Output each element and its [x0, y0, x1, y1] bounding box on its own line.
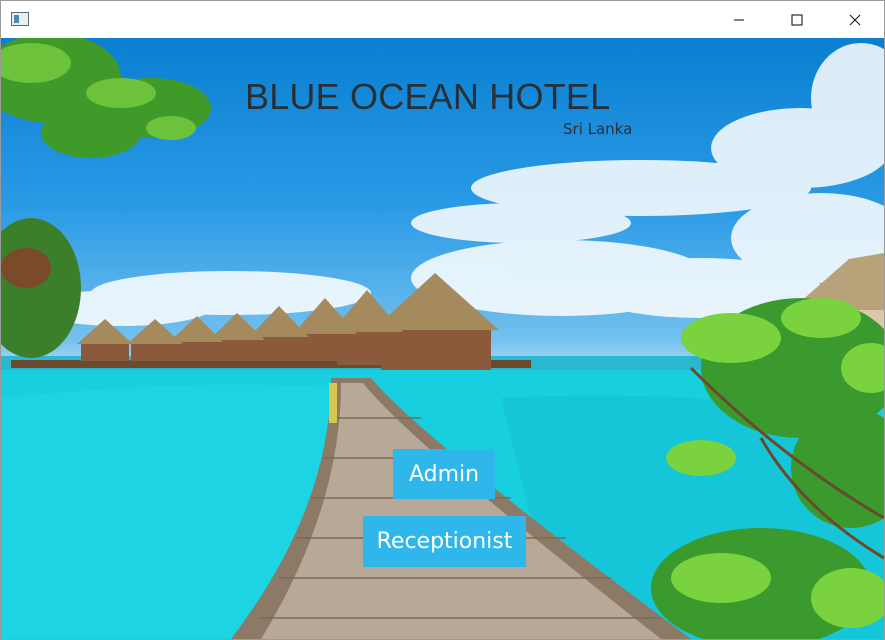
admin-button[interactable]: Admin — [393, 449, 495, 499]
minimize-icon — [734, 18, 744, 21]
maximize-icon — [791, 13, 803, 26]
hotel-title: BLUE OCEAN HOTEL — [245, 76, 611, 117]
maximize-button[interactable] — [768, 1, 826, 38]
app-window: BLUE OCEAN HOTEL Sri Lanka Admin Recepti… — [0, 0, 885, 640]
receptionist-button[interactable]: Receptionist — [363, 516, 526, 567]
title-bar[interactable] — [1, 1, 884, 38]
hotel-location: Sri Lanka — [563, 120, 633, 138]
background-image: BLUE OCEAN HOTEL Sri Lanka Admin Recepti… — [1, 38, 884, 639]
minimize-button[interactable] — [710, 1, 768, 38]
close-button[interactable] — [826, 1, 884, 38]
close-icon — [849, 14, 861, 25]
app-icon — [11, 12, 29, 26]
